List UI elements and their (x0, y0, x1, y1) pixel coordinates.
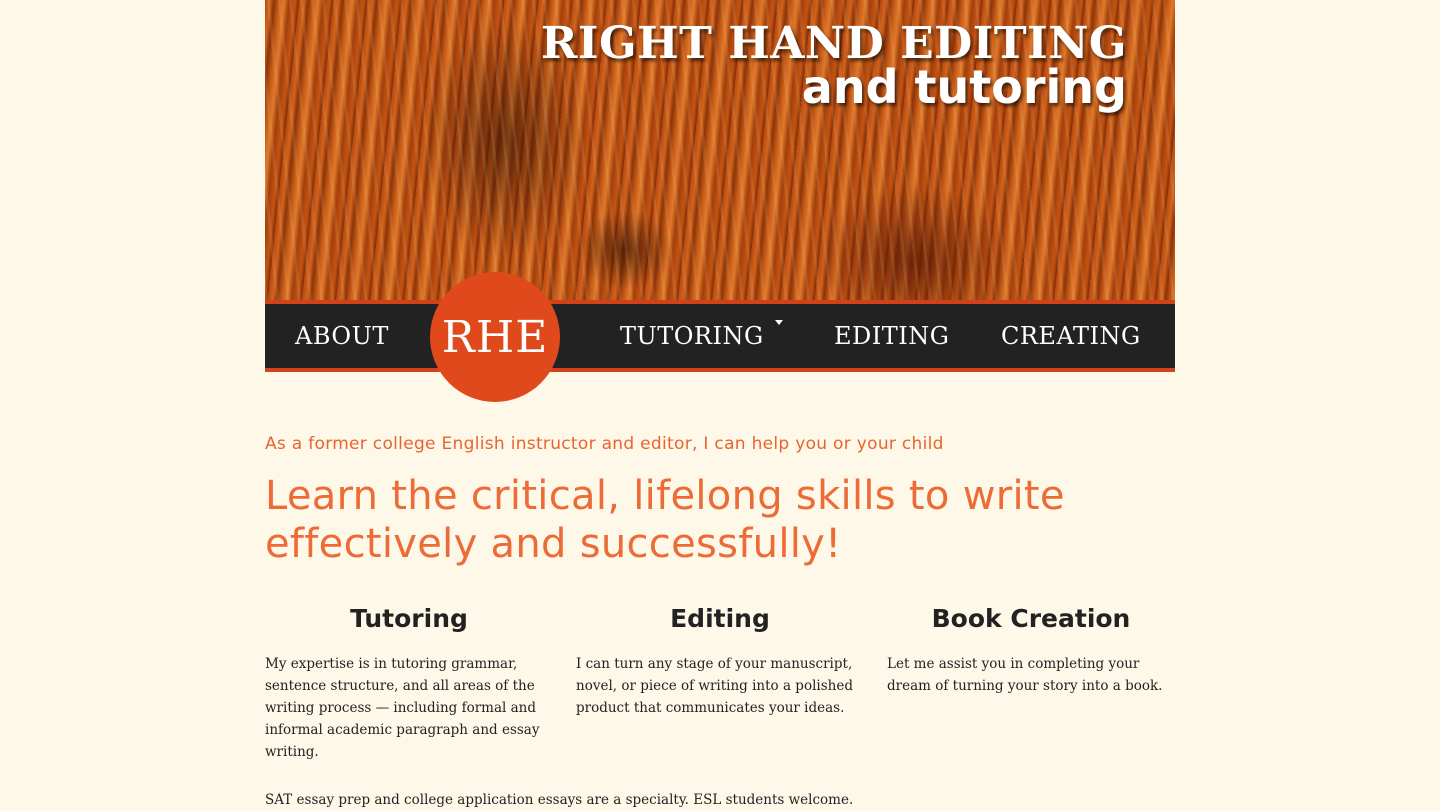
services: Tutoring My expertise is in tutoring gra… (265, 604, 1175, 763)
service-text: Let me assist you in completing your dre… (887, 656, 1163, 694)
nav-editing[interactable]: EDITING (834, 304, 949, 368)
caret-down-icon[interactable] (775, 320, 783, 325)
site-subtitle: and tutoring (801, 60, 1127, 114)
nav-tutoring[interactable]: TUTORING (620, 304, 764, 368)
service-text: My expertise is in tutoring grammar, sen… (265, 656, 540, 760)
nav-about[interactable]: ABOUT (295, 304, 389, 368)
service-title: Editing (670, 604, 770, 633)
main-nav: ABOUT RHE TUTORING EDITING CREATING (265, 272, 1175, 402)
rhe-logo[interactable]: RHE (430, 272, 560, 402)
service-book-creation: Book Creation Let me assist you in compl… (887, 604, 1175, 763)
intro-text: As a former college English instructor a… (265, 434, 944, 454)
headline: Learn the critical, lifelong skills to w… (265, 473, 1065, 567)
specialty-note: SAT essay prep and college application e… (265, 792, 854, 808)
service-title: Tutoring (350, 604, 468, 633)
page: RIGHT HAND EDITING and tutoring ABOUT RH… (265, 0, 1175, 811)
service-text: I can turn any stage of your manuscript,… (576, 656, 853, 716)
main-content: As a former college English instructor a… (265, 372, 1175, 811)
service-title: Book Creation (931, 604, 1131, 633)
service-tutoring: Tutoring My expertise is in tutoring gra… (265, 604, 553, 763)
nav-creating[interactable]: CREATING (1001, 304, 1141, 368)
header-banner: RIGHT HAND EDITING and tutoring (265, 0, 1175, 300)
service-editing: Editing I can turn any stage of your man… (576, 604, 864, 763)
